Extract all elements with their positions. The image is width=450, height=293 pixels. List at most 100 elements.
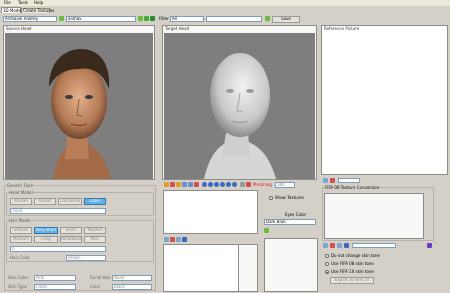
facial-hair-label: Facial Hair (90, 275, 111, 280)
tool-2-icon[interactable] (170, 182, 175, 187)
list-open-icon[interactable] (164, 237, 169, 242)
apply-eyes-icon[interactable] (264, 228, 269, 233)
conv-add-icon[interactable] (337, 243, 342, 248)
facial-hair-select[interactable]: None (112, 275, 152, 281)
skin-tone-option-1-radio[interactable] (325, 262, 329, 266)
hair-shaven-button[interactable]: Shaven (10, 227, 32, 234)
morphing-field[interactable]: 100 (275, 182, 295, 188)
delete-icon[interactable] (150, 16, 155, 21)
zoom-in-icon[interactable] (226, 182, 231, 187)
skin-color-select[interactable]: Pink (34, 275, 76, 281)
ref-open-icon[interactable] (323, 178, 328, 183)
ethnicity-asiatic-button[interactable]: Asiatic (34, 198, 56, 205)
skin-type-select[interactable]: Clean (34, 284, 76, 290)
source-head-render (49, 49, 111, 179)
skin-tone-option-0-radio[interactable] (325, 254, 329, 258)
tool-6-icon[interactable] (194, 182, 199, 187)
menu-tools[interactable]: Tools (18, 1, 28, 5)
hair-select-value: 0 (12, 246, 15, 251)
target-head-viewport[interactable] (164, 33, 315, 179)
tab-3d-model[interactable]: 3D Model (1, 7, 22, 13)
hair-select[interactable]: 0 (10, 246, 106, 252)
reference-picture-panel: Reference Picture (321, 25, 448, 175)
conv-open-icon[interactable] (323, 243, 328, 248)
ethnicity-african-button[interactable]: African (10, 198, 32, 205)
hair-medium-button[interactable]: Medium (10, 236, 32, 243)
hair-modern-button[interactable]: Modern (84, 227, 106, 234)
filter-value: All (172, 16, 177, 21)
color-select[interactable]: Black (112, 284, 152, 290)
skin-color-label: Skin Color (8, 275, 29, 280)
skin-tone-option-0-label: Do not change skin tone (331, 253, 380, 258)
conv-delete-icon[interactable] (330, 243, 335, 248)
zoom-out-icon[interactable] (232, 182, 237, 187)
menu-file[interactable]: File (4, 1, 11, 5)
filter-select[interactable]: All (170, 16, 204, 22)
add-icon[interactable] (138, 16, 143, 21)
conv-field[interactable] (352, 243, 396, 248)
player-name-select[interactable]: Arshavin Andrey (3, 16, 57, 22)
skin-type-value: Clean (36, 284, 48, 289)
hair-color-label: Hair Color (10, 255, 30, 260)
texture-conversion-preview (324, 193, 424, 239)
skin-color-value: Pink (36, 275, 45, 280)
list-delete-icon[interactable] (170, 237, 175, 242)
ref-delete-icon[interactable] (330, 178, 335, 183)
source-head-viewport[interactable] (5, 33, 153, 179)
ethnicity-caucasian-button[interactable]: Caucasian (58, 198, 82, 205)
show-textures-label: Show Textures (275, 195, 304, 200)
color-label: Color (90, 284, 101, 289)
hair-model-title: Hair Model (9, 218, 31, 223)
tab-3d-model-label: 3D Model (3, 8, 22, 13)
head-model-select[interactable]: 7020 (10, 208, 106, 214)
tool-5-icon[interactable] (188, 182, 193, 187)
hair-misc-button[interactable]: Misc (84, 236, 106, 243)
tool-1-icon[interactable] (164, 182, 169, 187)
hair-color-select[interactable]: Brown (66, 255, 106, 261)
source-head-panel: Source Head (3, 25, 155, 180)
ethnicity-latin-button[interactable]: Latin (84, 198, 106, 205)
menu-help[interactable]: Help (34, 1, 43, 5)
menu-bar: File Tools Help (0, 0, 450, 6)
show-textures-radio[interactable] (269, 196, 273, 200)
eyes-color-label: Eyes Color (285, 212, 307, 217)
search-field[interactable] (206, 16, 262, 22)
tool-3-icon[interactable] (176, 182, 181, 187)
save-button[interactable]: Save (272, 16, 300, 23)
copy-icon[interactable] (144, 16, 149, 21)
export-fifa10-button[interactable]: Export To FIFA 10 (330, 277, 374, 284)
skin-tone-option-2-radio[interactable] (325, 270, 329, 274)
rotate-left-icon[interactable] (202, 182, 207, 187)
reset-view-icon[interactable] (240, 182, 245, 187)
list-search-icon[interactable] (182, 237, 187, 242)
skin-tone-option-1-label: Use FIFA 08 skin tone (331, 261, 374, 266)
export-fifa10-label: Export To FIFA 10 (334, 277, 370, 282)
target-list-box-1 (163, 190, 258, 234)
hair-very-short-button[interactable]: Very Short (34, 227, 58, 234)
rotate-up-icon[interactable] (214, 182, 219, 187)
conv-search-icon[interactable] (344, 243, 349, 248)
conv-save-icon[interactable] (427, 243, 432, 248)
player-name-value: Arshavin Andrey (5, 16, 38, 21)
source-head-title: Source Head (6, 26, 32, 31)
ref-zoom-field[interactable] (338, 178, 360, 183)
eyes-color-select[interactable]: Dark Blue (264, 219, 316, 225)
hair-short-button[interactable]: Short (60, 227, 82, 234)
player-id-field[interactable]: arshav (66, 16, 136, 22)
list-add-icon[interactable] (176, 237, 181, 242)
tab-create-textures[interactable]: Create Textures (21, 8, 54, 13)
facial-hair-value: None (114, 275, 125, 280)
morphing-label: Morphing (253, 182, 272, 187)
eyes-color-value: Dark Blue (266, 219, 286, 224)
tool-4-icon[interactable] (182, 182, 187, 187)
hair-long-button[interactable]: Long (34, 236, 58, 243)
rotate-down-icon[interactable] (220, 182, 225, 187)
save-icon[interactable] (265, 16, 270, 21)
hair-headband-button[interactable]: Headband (60, 236, 82, 243)
save-label: Save (281, 16, 291, 21)
morph-icon[interactable] (246, 182, 251, 187)
texture-conversion-title: FIFA 08 Texture Conversion (325, 185, 380, 190)
rotate-right-icon[interactable] (208, 182, 213, 187)
target-head-title: Target Head (165, 26, 190, 31)
player-green-icon[interactable] (59, 16, 64, 21)
